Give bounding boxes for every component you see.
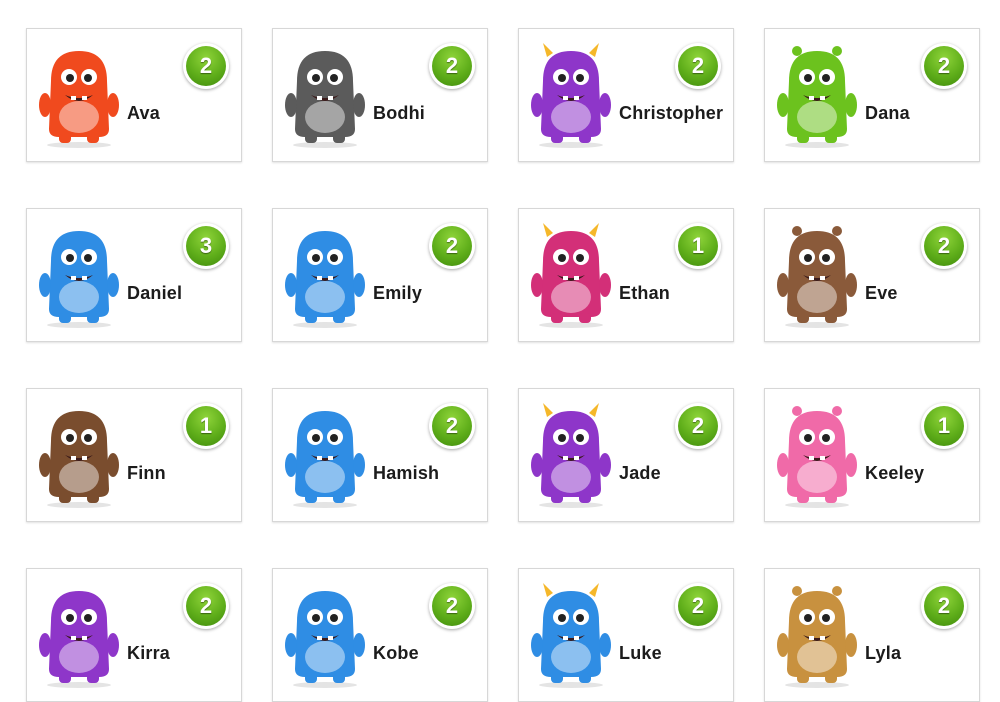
monster-purple-icon — [529, 401, 613, 509]
student-card-jade[interactable]: Jade 2 — [518, 388, 734, 522]
points-value: 2 — [432, 586, 472, 626]
points-value: 2 — [924, 586, 964, 626]
monster-pink-icon — [529, 221, 613, 329]
points-value: 2 — [678, 406, 718, 446]
monster-brown-icon — [37, 401, 121, 509]
points-value: 1 — [186, 406, 226, 446]
monster-purple-icon — [37, 581, 121, 689]
student-card-ava[interactable]: Ava 2 — [26, 28, 242, 162]
student-name: Christopher — [619, 103, 724, 123]
points-badge: 3 — [183, 223, 229, 269]
student-name: Luke — [619, 643, 662, 663]
monster-blue-icon — [529, 581, 613, 689]
student-card-daniel[interactable]: Daniel 3 — [26, 208, 242, 342]
student-name: Emily — [373, 283, 423, 303]
points-badge: 1 — [183, 403, 229, 449]
student-card-lyla[interactable]: Lyla 2 — [764, 568, 980, 702]
student-name: Hamish — [373, 463, 440, 483]
points-value: 1 — [678, 226, 718, 266]
monster-blue-icon — [283, 221, 367, 329]
points-badge: 2 — [921, 583, 967, 629]
student-card-christopher[interactable]: Christopher 2 — [518, 28, 734, 162]
points-value: 2 — [186, 46, 226, 86]
student-card-kobe[interactable]: Kobe 2 — [272, 568, 488, 702]
student-name: Lyla — [865, 643, 902, 663]
student-card-emily[interactable]: Emily 2 — [272, 208, 488, 342]
student-card-luke[interactable]: Luke 2 — [518, 568, 734, 702]
monster-orange-icon — [37, 41, 121, 149]
monster-blue-icon — [283, 581, 367, 689]
student-name: Eve — [865, 283, 898, 303]
monster-blue-icon — [37, 221, 121, 329]
points-badge: 2 — [429, 43, 475, 89]
student-name: Jade — [619, 463, 661, 483]
student-name: Keeley — [865, 463, 925, 483]
student-grid: Ava 2 Bodhi 2 Christopher 2 Dana 2 Danie… — [0, 0, 1000, 702]
monster-purple-icon — [529, 41, 613, 149]
monster-calico-icon — [775, 581, 859, 689]
student-name: Ava — [127, 103, 160, 123]
points-badge: 1 — [675, 223, 721, 269]
student-name: Bodhi — [373, 103, 425, 123]
points-badge: 2 — [183, 583, 229, 629]
points-value: 2 — [924, 226, 964, 266]
student-name: Dana — [865, 103, 910, 123]
student-card-kirra[interactable]: Kirra 2 — [26, 568, 242, 702]
points-value: 2 — [186, 586, 226, 626]
student-card-dana[interactable]: Dana 2 — [764, 28, 980, 162]
student-card-ethan[interactable]: Ethan 1 — [518, 208, 734, 342]
student-card-eve[interactable]: Eve 2 — [764, 208, 980, 342]
points-badge: 2 — [675, 583, 721, 629]
monster-gray-icon — [283, 41, 367, 149]
points-value: 2 — [432, 46, 472, 86]
student-card-keeley[interactable]: Keeley 1 — [764, 388, 980, 522]
points-badge: 2 — [921, 223, 967, 269]
student-name: Ethan — [619, 283, 671, 303]
points-badge: 2 — [921, 43, 967, 89]
points-value: 2 — [678, 46, 718, 86]
points-badge: 2 — [429, 223, 475, 269]
monster-blue-icon — [283, 401, 367, 509]
student-card-hamish[interactable]: Hamish 2 — [272, 388, 488, 522]
student-card-finn[interactable]: Finn 1 — [26, 388, 242, 522]
points-badge: 2 — [675, 43, 721, 89]
points-value: 2 — [432, 226, 472, 266]
student-name: Finn — [127, 463, 166, 483]
points-badge: 2 — [183, 43, 229, 89]
student-name: Daniel — [127, 283, 183, 303]
points-badge: 2 — [429, 403, 475, 449]
points-value: 3 — [186, 226, 226, 266]
points-value: 2 — [924, 46, 964, 86]
points-value: 2 — [432, 406, 472, 446]
points-value: 1 — [924, 406, 964, 446]
points-badge: 2 — [675, 403, 721, 449]
student-name: Kobe — [373, 643, 419, 663]
student-name: Kirra — [127, 643, 171, 663]
monster-brown-icon — [775, 221, 859, 329]
student-card-bodhi[interactable]: Bodhi 2 — [272, 28, 488, 162]
points-badge: 2 — [429, 583, 475, 629]
monster-green-icon — [775, 41, 859, 149]
points-value: 2 — [678, 586, 718, 626]
monster-pink-icon — [775, 401, 859, 509]
points-badge: 1 — [921, 403, 967, 449]
